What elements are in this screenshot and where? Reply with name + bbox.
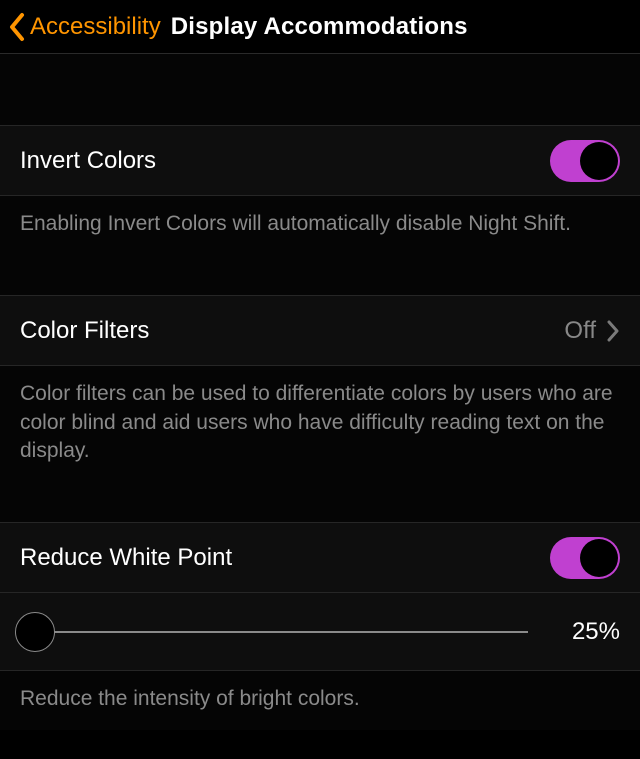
- reduce-white-point-footer: Reduce the intensity of bright colors.: [0, 671, 640, 729]
- row-color-filters[interactable]: Color Filters Off: [0, 296, 640, 366]
- invert-colors-footer: Enabling Invert Colors will automaticall…: [0, 196, 640, 254]
- toggle-knob: [580, 142, 618, 180]
- toggle-knob: [580, 539, 618, 577]
- white-point-slider[interactable]: [20, 612, 528, 652]
- color-filters-footer: Color filters can be used to differentia…: [0, 366, 640, 481]
- chevron-right-icon: [606, 320, 620, 342]
- row-white-point-slider: 25%: [0, 593, 640, 671]
- invert-colors-label: Invert Colors: [20, 147, 156, 175]
- navbar: Accessibility Display Accommodations: [0, 0, 640, 54]
- section-spacer: [0, 254, 640, 296]
- white-point-value: 25%: [556, 618, 620, 646]
- invert-colors-toggle[interactable]: [550, 140, 620, 182]
- back-button[interactable]: Accessibility: [30, 13, 161, 41]
- row-invert-colors: Invert Colors: [0, 126, 640, 196]
- reduce-white-point-toggle[interactable]: [550, 537, 620, 579]
- page-title: Display Accommodations: [171, 13, 468, 41]
- reduce-white-point-label: Reduce White Point: [20, 544, 232, 572]
- row-reduce-white-point: Reduce White Point: [0, 523, 640, 593]
- section-spacer: [0, 54, 640, 126]
- row-right: Off: [564, 317, 620, 345]
- slider-thumb[interactable]: [15, 612, 55, 652]
- color-filters-label: Color Filters: [20, 317, 149, 345]
- slider-track: [20, 631, 528, 633]
- color-filters-value: Off: [564, 317, 596, 345]
- back-icon[interactable]: [8, 12, 28, 42]
- section-spacer: [0, 481, 640, 523]
